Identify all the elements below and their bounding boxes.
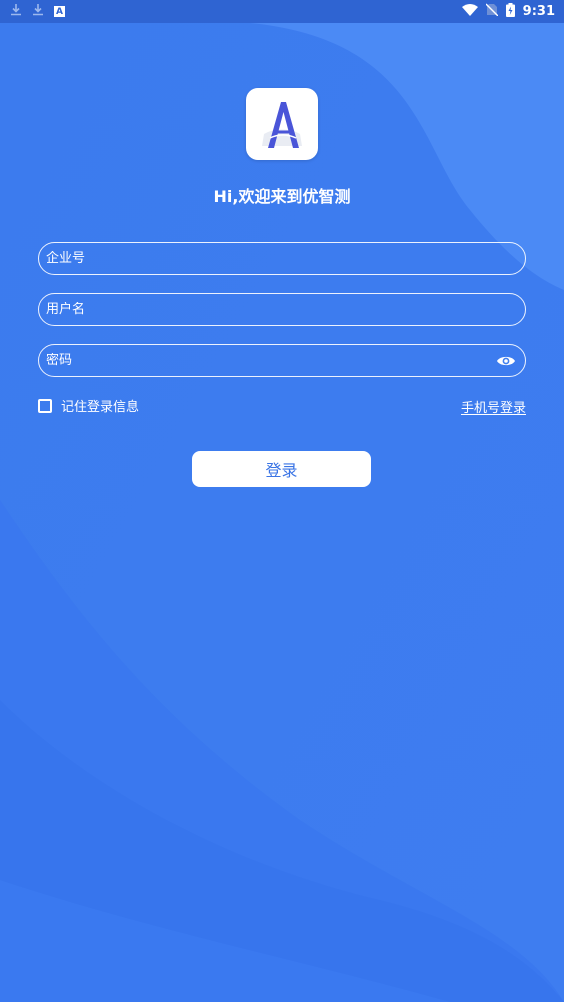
company-field[interactable] [38,242,526,275]
login-button[interactable]: 登录 [192,451,371,487]
logo-a-icon [262,102,302,148]
download-icon [32,3,44,20]
app-logo [246,88,318,160]
remember-label: 记住登录信息 [61,400,140,415]
status-right: 9:31 [461,2,564,21]
status-bar: A 9:31 [0,0,564,23]
remember-login[interactable]: 记住登录信息 [38,396,139,415]
wifi-icon [461,3,478,20]
company-input[interactable] [39,251,525,266]
phone-login-link[interactable]: 手机号登录 [461,397,526,416]
username-field[interactable] [38,293,526,326]
status-time: 9:31 [522,4,555,19]
welcome-title: Hi,欢迎来到优智测 [213,187,351,206]
username-input[interactable] [39,302,525,317]
app-a-icon: A [54,6,65,17]
no-sim-icon [485,3,499,20]
download-icon [10,3,22,20]
status-left: A [0,3,65,20]
eye-icon[interactable] [496,354,516,368]
password-input[interactable] [39,353,496,368]
remember-checkbox[interactable] [38,398,52,413]
password-field[interactable] [38,344,526,377]
battery-charging-icon [505,2,515,21]
